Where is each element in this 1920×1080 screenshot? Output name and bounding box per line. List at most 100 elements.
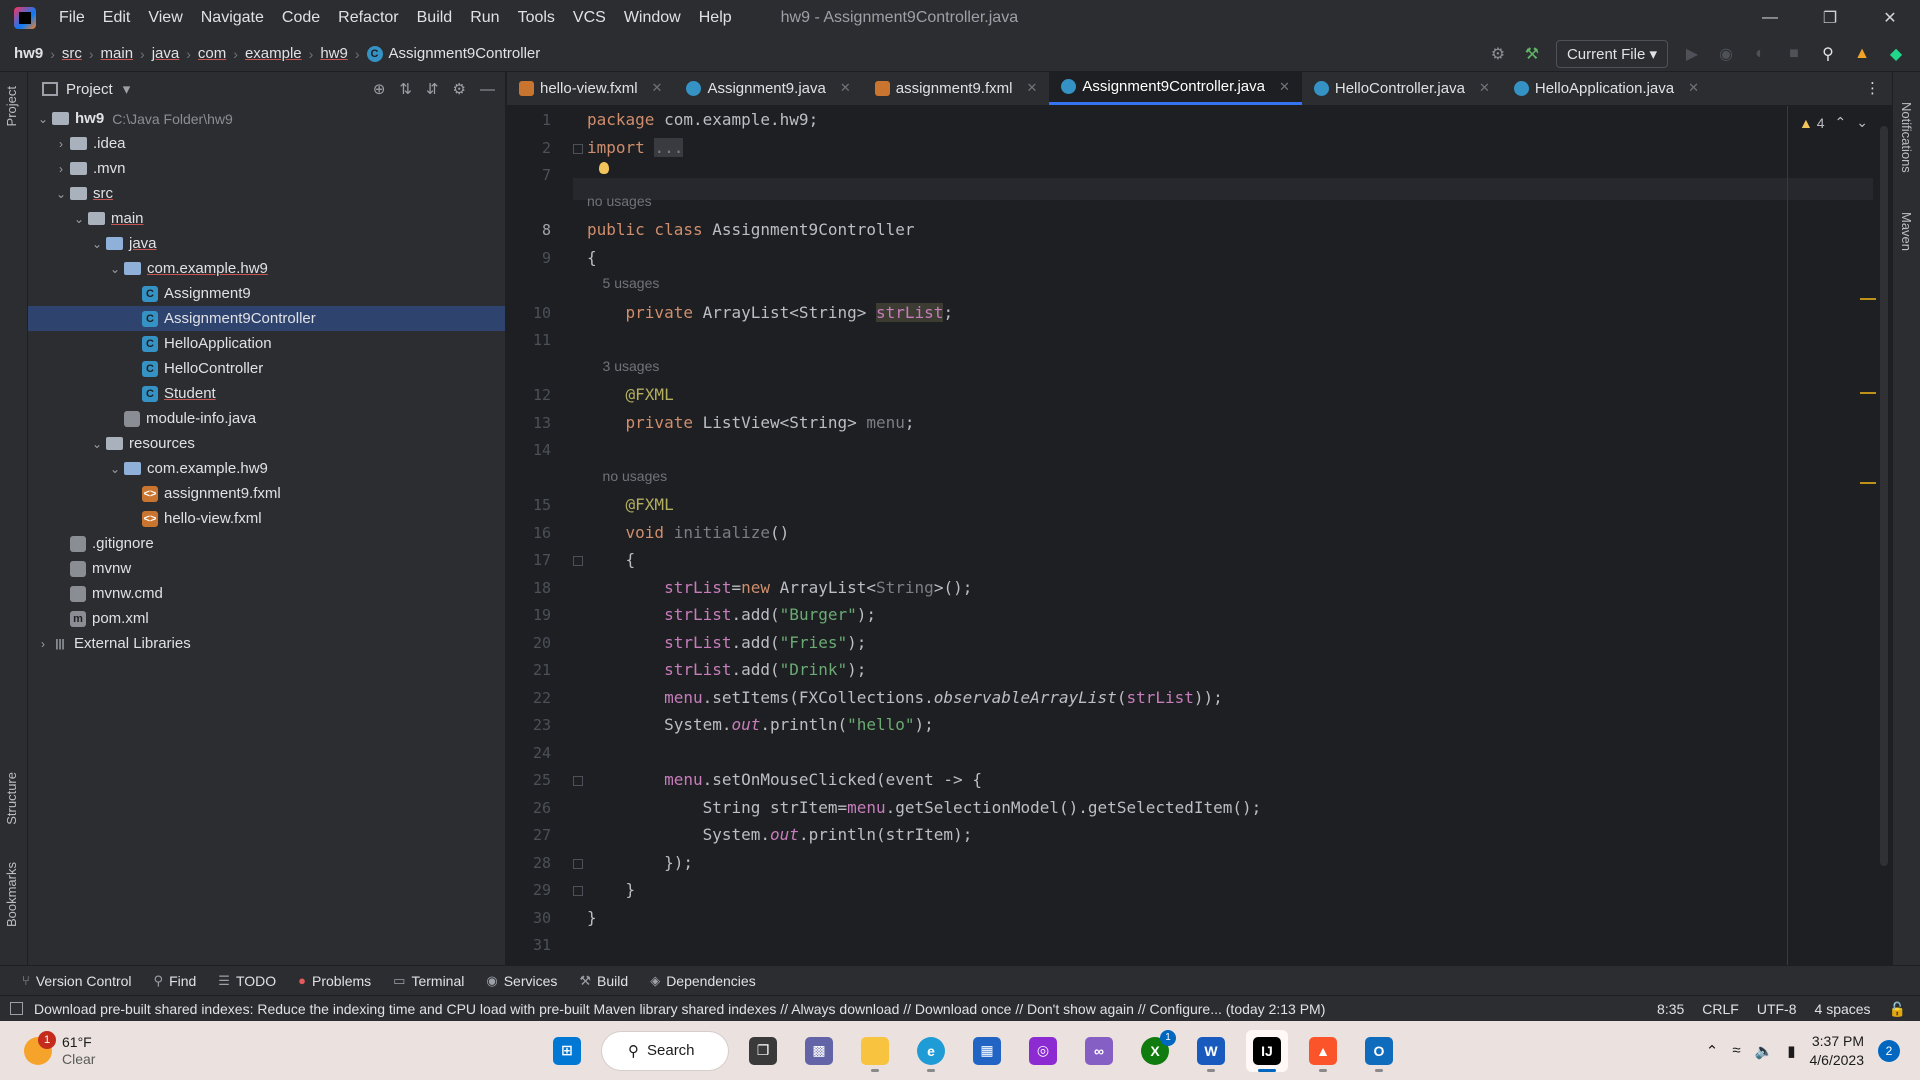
usages-hint[interactable]: no usages [587, 193, 652, 209]
menu-file[interactable]: File [50, 9, 94, 27]
tree-item[interactable]: .gitignore [28, 531, 505, 556]
code-line[interactable]: void initialize() [587, 523, 790, 542]
close-tab-icon[interactable]: ✕ [1026, 80, 1037, 96]
tree-item[interactable]: ⌄ com.example.hw9 [28, 456, 505, 481]
hide-panel-icon[interactable]: — [480, 81, 495, 98]
visual-studio-button[interactable]: ∞ [1078, 1030, 1120, 1072]
tree-item[interactable]: ⌄ main [28, 206, 505, 231]
line-number[interactable]: 24 [507, 744, 551, 762]
fold-marker-icon[interactable] [573, 776, 583, 786]
line-number[interactable]: 27 [507, 826, 551, 844]
tool-problems[interactable]: ● Problems [298, 973, 371, 989]
menu-window[interactable]: Window [615, 9, 690, 27]
line-number[interactable]: 19 [507, 606, 551, 624]
brave-browser-button[interactable]: ▲ [1302, 1030, 1344, 1072]
menu-vcs[interactable]: VCS [564, 9, 615, 27]
line-number-gutter[interactable]: 1 2 7 8 9 10 11 12 13 14 15 16 17 18 19 20 21 22 23 24 25 26 2… [507, 106, 583, 965]
user-profile-icon[interactable]: ⚙ [1488, 44, 1508, 64]
tree-item[interactable]: ⌄ com.example.hw9 [28, 256, 505, 281]
code-line[interactable]: @FXML [587, 385, 674, 404]
close-tab-icon[interactable]: ✕ [1479, 80, 1490, 96]
breadcrumb-item[interactable]: main [101, 45, 134, 62]
code-line[interactable]: { [587, 550, 636, 569]
caret-position[interactable]: 8:35 [1657, 1001, 1684, 1017]
line-number[interactable]: 25 [507, 771, 551, 789]
previous-highlight-icon[interactable]: ⌃ [1835, 114, 1847, 131]
stop-icon[interactable]: ■ [1784, 44, 1804, 64]
code-line[interactable]: { [587, 248, 597, 267]
menu-tools[interactable]: Tools [509, 9, 564, 27]
tree-item[interactable]: C Assignment9Controller [28, 306, 505, 331]
line-number[interactable]: 20 [507, 634, 551, 652]
usages-hint[interactable]: 5 usages [587, 275, 660, 291]
inspection-widget[interactable]: ▲ 4 ⌃ ⌄ [1799, 114, 1868, 131]
minimize-button[interactable]: — [1740, 0, 1800, 36]
code-line[interactable]: } [587, 880, 636, 899]
run-configuration-dropdown[interactable]: Current File ▾ [1555, 40, 1668, 68]
editor-tab[interactable]: Assignment9.java ✕ [674, 71, 862, 105]
code-line[interactable]: strList=new ArrayList<String>(); [587, 578, 972, 597]
start-button[interactable]: ⊞ [546, 1030, 588, 1072]
chevron-down-icon[interactable]: ⌄ [34, 112, 52, 126]
code-line[interactable]: private ArrayList<String> strList; [587, 302, 953, 322]
line-number[interactable]: 29 [507, 881, 551, 899]
chevron-down-icon[interactable]: ⌄ [88, 237, 106, 251]
code-line[interactable]: menu.setOnMouseClicked(event -> { [587, 770, 982, 789]
close-tab-icon[interactable]: ✕ [840, 80, 851, 96]
breadcrumb-item[interactable]: example [245, 45, 302, 62]
line-number[interactable]: 2 [507, 139, 551, 157]
line-number[interactable]: 22 [507, 689, 551, 707]
tool-services[interactable]: ◉ Services [486, 973, 557, 989]
chevron-down-icon[interactable]: ⌄ [52, 187, 70, 201]
code-line[interactable]: menu.setItems(FXCollections.observableAr… [587, 688, 1223, 707]
chevron-right-icon[interactable]: › [52, 162, 70, 176]
tool-dependencies[interactable]: ◈ Dependencies [650, 973, 756, 989]
fold-marker-icon[interactable] [573, 143, 583, 154]
tree-item[interactable]: C HelloApplication [28, 331, 505, 356]
editor-tab[interactable]: hello-view.fxml ✕ [507, 71, 674, 105]
code-line[interactable]: System.out.println("hello"); [587, 715, 934, 734]
editor-tab[interactable]: HelloController.java ✕ [1302, 71, 1502, 105]
tool-version-control[interactable]: ⑂ Version Control [22, 973, 132, 989]
chevron-down-icon[interactable]: ⌄ [106, 462, 124, 476]
collapse-all-icon[interactable]: ⇵ [426, 80, 439, 98]
structure-tool-button[interactable]: Structure [4, 772, 19, 825]
locate-file-icon[interactable]: ⊕ [373, 80, 386, 98]
tree-item[interactable]: module-info.java [28, 406, 505, 431]
tree-item[interactable]: ⌄ java [28, 231, 505, 256]
code-line[interactable]: } [587, 908, 597, 927]
tree-item[interactable]: <> hello-view.fxml [28, 506, 505, 531]
line-number[interactable]: 11 [507, 331, 551, 349]
settings-gear-icon[interactable]: ⚙ [453, 80, 466, 98]
close-tab-icon[interactable]: ✕ [652, 80, 663, 96]
outlook-button[interactable]: O [1358, 1030, 1400, 1072]
project-tool-button[interactable]: Project [4, 86, 19, 126]
line-number[interactable]: 14 [507, 441, 551, 459]
line-number[interactable]: 15 [507, 496, 551, 514]
breadcrumb-item[interactable]: hw9 [14, 45, 43, 62]
intellij-logo-icon[interactable] [14, 7, 36, 29]
code-line[interactable]: private ListView<String> menu; [587, 413, 915, 432]
menu-refactor[interactable]: Refactor [329, 9, 407, 27]
breadcrumb-item[interactable]: C Assignment9Controller [366, 45, 540, 62]
tool-todo[interactable]: ☰ TODO [218, 973, 276, 989]
line-number[interactable]: 1 [507, 111, 551, 129]
close-tab-icon[interactable]: ✕ [1279, 79, 1290, 95]
tree-item[interactable]: <> assignment9.fxml [28, 481, 505, 506]
lightbulb-icon[interactable] [599, 162, 609, 174]
notification-badge[interactable]: 2 [1878, 1039, 1900, 1062]
warning-stripe-mark[interactable] [1860, 482, 1876, 484]
usages-hint[interactable]: no usages [587, 468, 668, 484]
line-number[interactable]: 16 [507, 524, 551, 542]
tree-item[interactable]: ⌄ src [28, 181, 505, 206]
status-toggle-icon[interactable] [10, 1002, 23, 1015]
tree-item[interactable]: ⌄ resources [28, 431, 505, 456]
fold-marker-icon[interactable] [573, 858, 583, 869]
clock[interactable]: 3:37 PM 4/6/2023 [1810, 1032, 1865, 1070]
status-message[interactable]: Download pre-built shared indexes: Reduc… [34, 1001, 1325, 1017]
tree-item[interactable]: mvnw.cmd [28, 581, 505, 606]
tool-terminal[interactable]: ▭ Terminal [393, 973, 464, 989]
fold-marker-icon[interactable] [573, 886, 583, 896]
line-number[interactable]: 9 [507, 249, 551, 267]
code-line[interactable]: @FXML [587, 495, 674, 514]
